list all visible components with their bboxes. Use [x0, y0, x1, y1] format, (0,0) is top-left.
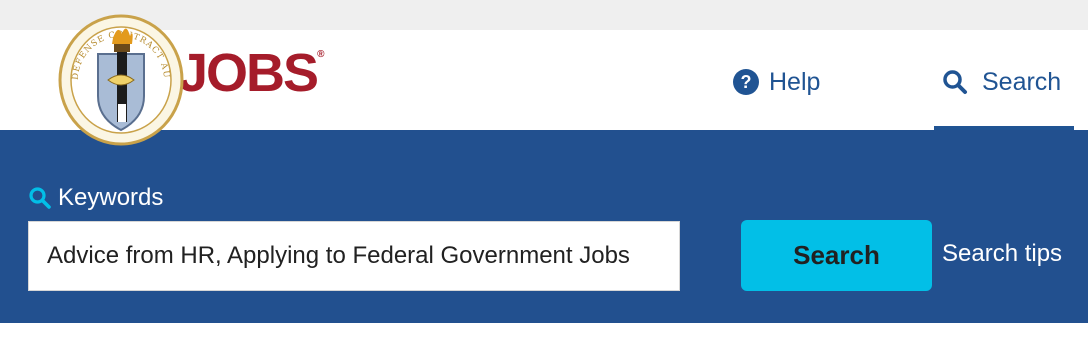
brand-text: JOBS — [178, 43, 319, 103]
search-icon — [943, 70, 967, 94]
nav-help-link[interactable]: ? Help — [733, 64, 820, 100]
nav-help-label: Help — [769, 67, 821, 96]
help-icon: ? — [733, 69, 759, 95]
brand-wordmark[interactable]: JOBS® — [178, 46, 324, 100]
registered-mark: ® — [317, 49, 325, 60]
agency-seal-logo[interactable]: DEFENSE CONTRACT AUDIT AGENCY — [58, 14, 184, 146]
keywords-label-text: Keywords — [58, 184, 164, 211]
search-button[interactable]: Search — [741, 220, 932, 291]
keywords-label: Keywords — [28, 184, 163, 212]
search-tips-link[interactable]: Search tips — [942, 240, 1062, 268]
keywords-input[interactable] — [28, 221, 680, 291]
nav-search-label: Search — [982, 67, 1062, 96]
keywords-search-icon — [29, 187, 51, 209]
nav-search-link[interactable]: Search — [934, 64, 1074, 134]
